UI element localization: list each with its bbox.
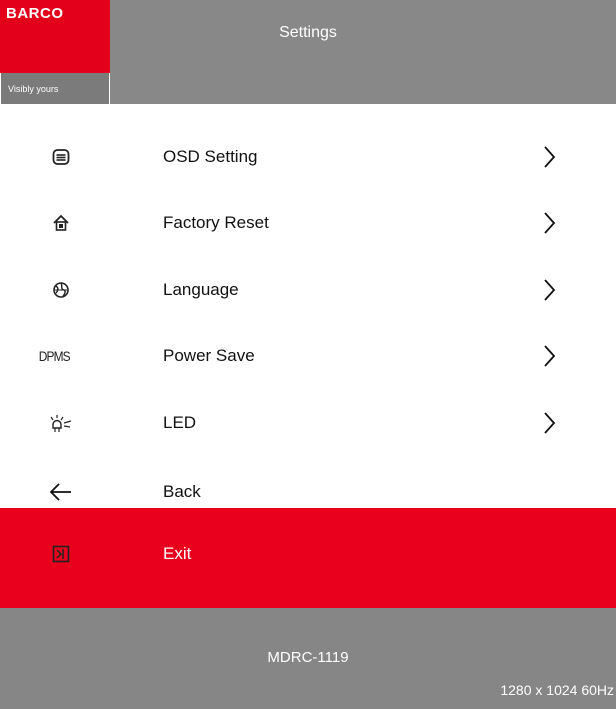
menu-item-language[interactable]: Language [0, 257, 616, 323]
factory-reset-icon [46, 208, 76, 238]
barco-logo: BARCO Visibly yours [0, 0, 110, 104]
dpms-icon: DPMS [34, 341, 74, 371]
logo-tagline: Visibly yours [8, 84, 59, 94]
menu-item-label: Language [163, 280, 239, 299]
chevron-right-icon [540, 144, 558, 170]
menu-item-osd-setting[interactable]: OSD Setting [0, 124, 616, 190]
exit-icon [46, 539, 76, 569]
logo-text: BARCO [6, 5, 64, 22]
page-title: Settings [279, 24, 337, 41]
dpms-icon-text: DPMS [38, 348, 70, 364]
footer-bar: MDRC-1119 1280 x 1024 60Hz [0, 608, 616, 709]
menu-item-back[interactable]: Back [0, 458, 616, 508]
menu-item-label: Power Save [163, 346, 255, 365]
globe-icon [46, 275, 76, 305]
menu-item-power-save[interactable]: DPMS Power Save [0, 323, 616, 389]
menu-item-label: Factory Reset [163, 213, 269, 232]
menu-item-label: LED [163, 413, 197, 432]
chevron-right-icon [540, 343, 558, 369]
menu-item-exit[interactable]: Exit [0, 508, 616, 608]
menu-item-label: OSD Setting [163, 147, 258, 166]
chevron-right-icon [540, 210, 558, 236]
led-icon [46, 408, 76, 438]
osd-icon [46, 142, 76, 172]
chevron-right-icon [540, 277, 558, 303]
resolution-readout: 1280 x 1024 60Hz [500, 682, 614, 698]
back-arrow-icon [46, 477, 76, 507]
menu-item-label: Back [163, 482, 201, 501]
chevron-right-icon [540, 410, 558, 436]
menu-item-led[interactable]: LED [0, 390, 616, 456]
model-name: MDRC-1119 [267, 649, 349, 666]
menu-item-factory-reset[interactable]: Factory Reset [0, 190, 616, 256]
menu-item-label: Exit [163, 544, 192, 563]
header-bar: BARCO Visibly yours Settings [0, 0, 616, 104]
